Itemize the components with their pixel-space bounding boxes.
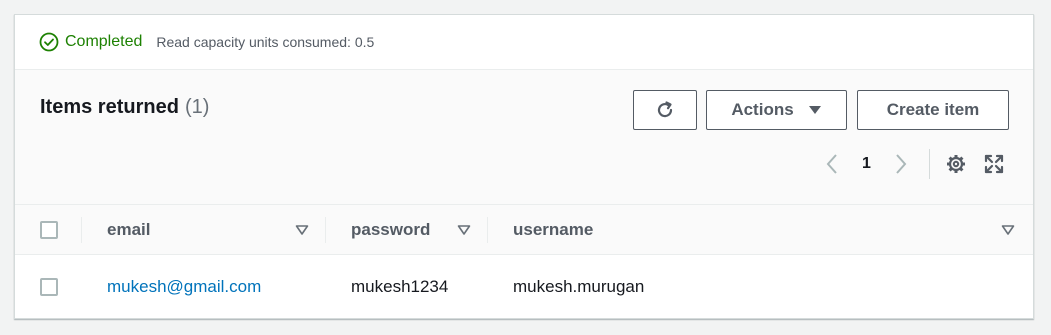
sort-down-icon[interactable]: [295, 223, 309, 237]
email-link[interactable]: mukesh@gmail.com: [107, 277, 261, 297]
select-all-checkbox[interactable]: [40, 221, 58, 239]
sort-down-icon[interactable]: [457, 223, 471, 237]
column-divider: [81, 217, 82, 243]
create-item-button[interactable]: Create item: [857, 90, 1009, 130]
status-label: Completed: [65, 33, 143, 50]
table-header: Items returned (1) Actions Create item 1: [15, 70, 1033, 205]
column-divider: [487, 217, 488, 243]
fullscreen-icon[interactable]: [982, 152, 1006, 176]
refresh-button[interactable]: [633, 90, 697, 130]
refresh-icon: [654, 99, 676, 121]
pagination: 1: [820, 149, 1020, 179]
actions-label: Actions: [731, 100, 794, 119]
column-header-password[interactable]: password: [351, 205, 430, 255]
column-header-username[interactable]: username: [513, 205, 593, 255]
column-divider: [325, 217, 326, 243]
page-title: Items returned (1): [40, 96, 209, 119]
row-checkbox[interactable]: [40, 278, 58, 296]
pager-divider: [928, 149, 930, 179]
chevron-left-icon[interactable]: [820, 150, 844, 178]
sort-down-icon[interactable]: [1001, 223, 1015, 237]
current-page[interactable]: 1: [862, 155, 871, 173]
chevron-right-icon[interactable]: [889, 150, 913, 178]
create-item-label: Create item: [886, 100, 980, 119]
title-text: Items returned: [40, 96, 179, 118]
table-column-headers: email password username: [15, 205, 1033, 255]
query-results-panel: Completed Read capacity units consumed: …: [14, 14, 1034, 319]
item-count: (1): [184, 96, 210, 118]
column-header-email[interactable]: email: [107, 205, 150, 255]
caret-down-icon: [808, 105, 822, 115]
capacity-units-text: Read capacity units consumed: 0.5: [156, 34, 375, 50]
cell-email: mukesh@gmail.com: [107, 256, 261, 318]
status-bar: Completed Read capacity units consumed: …: [15, 15, 1033, 70]
actions-button[interactable]: Actions: [706, 90, 847, 130]
cell-username: mukesh.murugan: [513, 277, 645, 296]
table-row[interactable]: mukesh@gmail.com mukesh1234 mukesh.murug…: [15, 256, 1033, 318]
gear-icon[interactable]: [944, 152, 968, 176]
check-circle-icon: [39, 32, 59, 52]
cell-password: mukesh1234: [351, 277, 449, 296]
